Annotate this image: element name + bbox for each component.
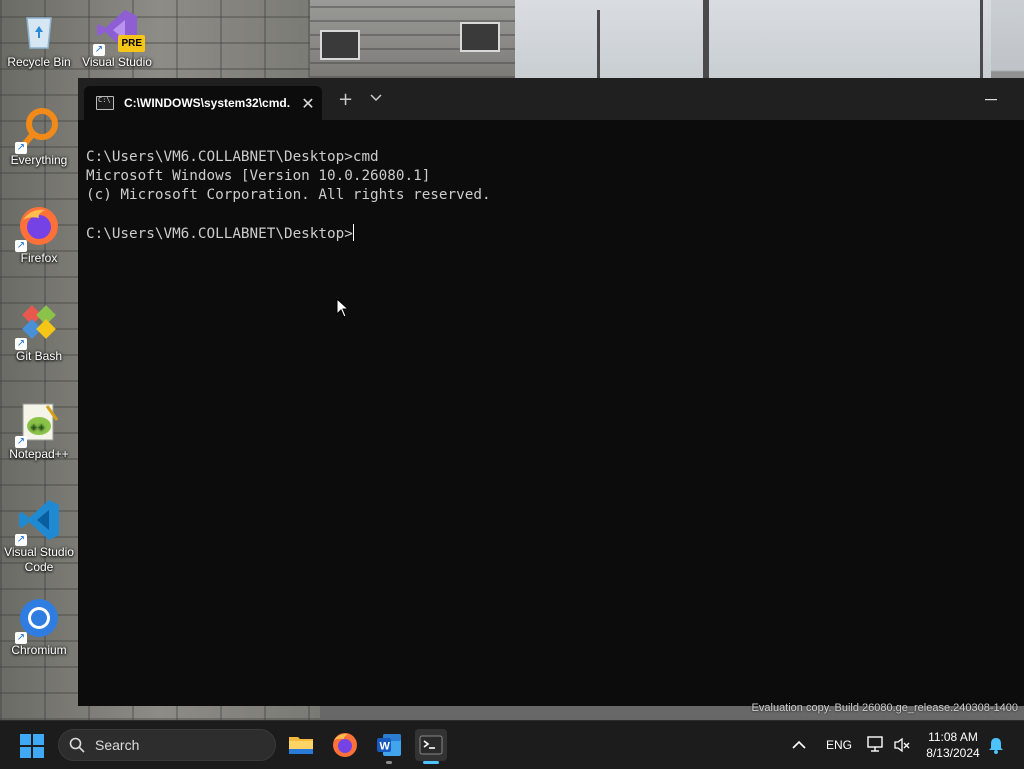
cmd-icon <box>96 96 114 110</box>
shortcut-arrow-icon: ↗ <box>15 240 27 252</box>
svg-text:++: ++ <box>30 423 45 433</box>
desktop-icon-firefox[interactable]: ↗ Firefox <box>0 204 78 266</box>
git-bash-icon: ↗ <box>15 302 61 350</box>
terminal-window[interactable]: C:\WINDOWS\system32\cmd. ✕ + C:\Users\VM… <box>78 78 1024 706</box>
desktop-icon-label: Everything <box>10 153 68 167</box>
search-label: Search <box>95 737 140 753</box>
running-indicator <box>386 761 392 764</box>
console-prompt: C:\Users\VM6.COLLABNET\Desktop> <box>86 226 353 242</box>
taskbar-word[interactable]: W <box>373 729 405 764</box>
console-line: Microsoft Windows [Version 10.0.26080.1] <box>86 168 431 184</box>
desktop-icon-notepad-plus-plus[interactable]: ++ ↗ Notepad++ <box>0 400 78 462</box>
desktop-icon-label: Visual Studio 2022 P... <box>82 55 152 69</box>
console-output[interactable]: C:\Users\VM6.COLLABNET\Desktop>cmd Micros… <box>78 120 1024 244</box>
volume-muted-icon[interactable] <box>893 736 911 759</box>
wallpaper-sky <box>515 0 991 78</box>
everything-search-icon: ↗ <box>15 106 61 154</box>
wallpaper-building <box>310 0 515 78</box>
taskbar-terminal[interactable] <box>415 729 447 764</box>
search-icon <box>69 737 85 753</box>
notification-bell-icon[interactable] <box>988 736 1004 759</box>
shortcut-arrow-icon: ↗ <box>15 632 27 644</box>
taskbar: Search W ENG 11:08 AM 8/13/2024 <box>0 720 1024 769</box>
clock-time: 11:08 AM <box>928 730 978 744</box>
new-tab-button[interactable]: + <box>338 89 353 110</box>
visual-studio-preview-icon: PRE ↗ <box>93 8 145 56</box>
notepad-plus-plus-icon: ++ ↗ <box>15 400 61 448</box>
shortcut-arrow-icon: ↗ <box>93 44 105 56</box>
taskbar-file-explorer[interactable] <box>285 729 317 761</box>
folder-icon <box>289 737 313 754</box>
taskbar-clock[interactable]: 11:08 AM 8/13/2024 <box>920 729 986 761</box>
start-button[interactable] <box>20 734 44 758</box>
shortcut-arrow-icon: ↗ <box>15 338 27 350</box>
desktop-icon-everything[interactable]: ↗ Everything <box>0 106 78 168</box>
desktop-icon-visual-studio[interactable]: PRE ↗ Visual Studio 2022 P... <box>78 8 156 70</box>
desktop-icon-vscode[interactable]: ↗ Visual Studio Code <box>0 498 78 575</box>
console-line: C:\Users\VM6.COLLABNET\Desktop>cmd <box>86 149 379 165</box>
desktop-icon-label: Recycle Bin <box>7 55 71 69</box>
taskbar-search[interactable]: Search <box>58 729 276 761</box>
taskbar-firefox[interactable] <box>329 729 361 761</box>
chevron-up-icon <box>792 740 806 749</box>
clock-date: 8/13/2024 <box>926 746 980 760</box>
desktop-icon-label: Visual Studio Code <box>4 545 74 574</box>
desktop-icon-label: Chromium <box>11 643 67 657</box>
word-icon: W <box>377 734 401 756</box>
shortcut-arrow-icon: ↗ <box>15 436 27 448</box>
active-indicator <box>423 761 439 764</box>
svg-text:W: W <box>380 741 391 753</box>
terminal-titlebar[interactable]: C:\WINDOWS\system32\cmd. ✕ + <box>78 78 1024 120</box>
desktop-icon-label: Notepad++ <box>9 447 69 461</box>
text-caret <box>352 224 354 241</box>
tray-overflow-button[interactable] <box>792 737 806 755</box>
tab-cmd[interactable]: C:\WINDOWS\system32\cmd. ✕ <box>84 86 322 120</box>
chevron-down-icon[interactable] <box>370 91 382 105</box>
console-prompt-line: C:\Users\VM6.COLLABNET\Desktop> <box>86 224 1024 244</box>
chromium-icon: ↗ <box>15 596 61 644</box>
evaluation-watermark: Evaluation copy. Build 26080.ge_release.… <box>751 702 1018 714</box>
language-indicator[interactable]: ENG <box>826 738 852 752</box>
firefox-icon <box>333 733 357 757</box>
close-tab-button[interactable]: ✕ <box>298 94 318 113</box>
shortcut-arrow-icon: ↗ <box>15 142 27 154</box>
recycle-bin-icon <box>17 8 61 52</box>
preview-badge: PRE <box>118 35 145 52</box>
vscode-icon: ↗ <box>15 498 61 546</box>
tab-title: C:\WINDOWS\system32\cmd. <box>124 96 291 110</box>
minimize-button[interactable] <box>981 86 1001 105</box>
network-icon[interactable] <box>866 735 886 758</box>
desktop-icon-label: Firefox <box>20 251 58 265</box>
firefox-icon: ↗ <box>15 204 61 252</box>
shortcut-arrow-icon: ↗ <box>15 534 27 546</box>
desktop-icon-git-bash[interactable]: ↗ Git Bash <box>0 302 78 364</box>
mouse-pointer-icon <box>336 297 350 323</box>
desktop-icon-recycle-bin[interactable]: Recycle Bin <box>0 8 78 70</box>
desktop-icon-label: Git Bash <box>15 349 63 363</box>
desktop-icon-chromium[interactable]: ↗ Chromium <box>0 596 78 658</box>
console-line: (c) Microsoft Corporation. All rights re… <box>86 187 491 203</box>
terminal-icon <box>419 735 443 755</box>
